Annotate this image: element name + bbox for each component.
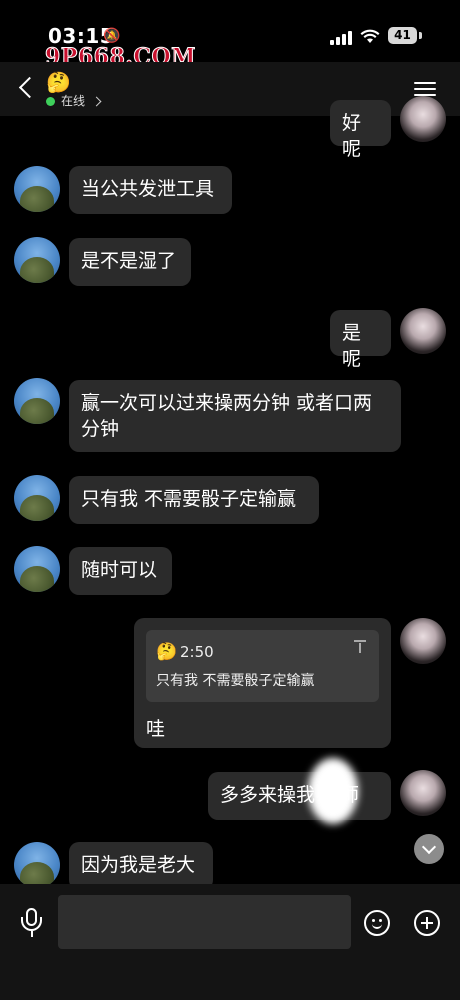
avatar[interactable] (400, 308, 446, 354)
plus-icon[interactable] (414, 910, 440, 936)
signal-icon (330, 30, 354, 45)
avatar[interactable] (14, 378, 60, 424)
message-bubble[interactable]: 是呢 (330, 310, 391, 370)
contact-name[interactable]: 🤔 (46, 70, 71, 94)
back-icon[interactable] (14, 74, 38, 104)
message-bubble[interactable]: 当公共发泄工具 (69, 166, 232, 214)
chevron-right-icon (91, 96, 102, 107)
scroll-down-icon[interactable] (414, 834, 444, 864)
message-bubble[interactable]: 赢一次可以过来操两分钟 或者口两分钟 (69, 380, 401, 452)
battery-tip (419, 32, 422, 39)
mic-icon[interactable] (18, 908, 46, 938)
wifi-icon (360, 28, 380, 49)
quoted-message[interactable] (146, 630, 379, 702)
message-input[interactable] (58, 895, 351, 949)
online-status[interactable]: 在线 (46, 92, 102, 108)
online-status-label: 在线 (61, 94, 86, 108)
quoted-sender: 🤔 (156, 642, 178, 662)
avatar[interactable] (400, 770, 446, 816)
message-bubble[interactable]: 好呢 (330, 100, 391, 160)
avatar[interactable] (14, 842, 60, 888)
avatar[interactable] (14, 546, 60, 592)
jump-to-top-icon[interactable] (354, 640, 366, 654)
avatar[interactable] (14, 475, 60, 521)
message-bubble[interactable]: 是不是湿了 (69, 238, 191, 286)
battery-indicator: 41 (388, 27, 417, 44)
redaction-blur (308, 758, 358, 824)
chat-header: 🤔 在线 (0, 62, 460, 116)
avatar[interactable] (400, 618, 446, 664)
avatar[interactable] (14, 237, 60, 283)
online-dot-icon (46, 97, 55, 106)
message-bubble[interactable]: 因为我是老大 (69, 842, 213, 890)
quoted-text: 只有我 不需要骰子定输赢 (156, 673, 315, 689)
emoji-icon[interactable] (364, 910, 390, 936)
message-bubble[interactable]: 多多来操我 老师 (208, 772, 391, 820)
message-bubble[interactable]: 随时可以 (69, 547, 172, 595)
message-bubble[interactable]: 只有我 不需要骰子定输赢 (69, 476, 319, 524)
avatar[interactable] (400, 96, 446, 142)
bell-slash-icon: 🔕 (103, 28, 121, 44)
message-text: 哇 (146, 718, 166, 740)
avatar[interactable] (14, 166, 60, 212)
quoted-time: 2:50 (180, 643, 214, 661)
